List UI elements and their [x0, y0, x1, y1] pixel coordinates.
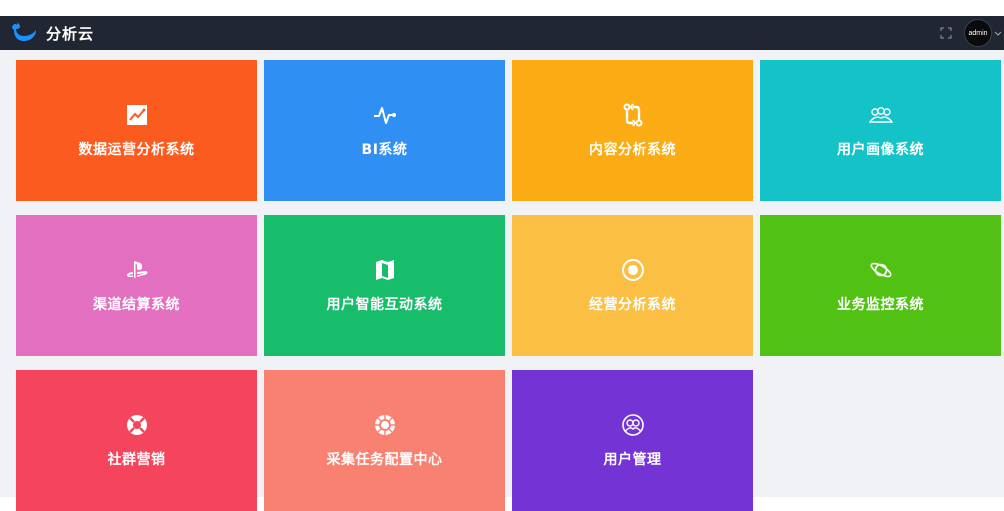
logo[interactable]: 分析云	[10, 21, 94, 45]
target-icon	[621, 258, 645, 282]
tile-content-analysis[interactable]: 内容分析系统	[512, 60, 753, 201]
tile-business-analysis[interactable]: 经营分析系统	[512, 215, 753, 356]
git-compare-icon	[621, 102, 645, 127]
tile-label: 用户管理	[603, 451, 662, 468]
users-icon	[868, 103, 893, 127]
tile-user-profile[interactable]: 用户画像系统	[760, 60, 1001, 201]
tile-user-management[interactable]: 用户管理	[512, 370, 753, 511]
tile-label: 渠道结算系统	[93, 296, 180, 313]
system-grid: 数据运营分析系统 BI系统 内容分析系统 用户画像系统 渠道结算系统 用户智能互…	[16, 60, 1001, 511]
tile-label: BI系统	[361, 141, 408, 158]
tile-label: 业务监控系统	[837, 296, 924, 313]
chevron-down-icon[interactable]	[994, 29, 1002, 37]
tile-label: 社群营销	[107, 451, 166, 468]
tile-community-marketing[interactable]: 社群营销	[16, 370, 257, 511]
user-name: admin	[968, 29, 988, 37]
tile-data-operation[interactable]: 数据运营分析系统	[16, 60, 257, 201]
tile-label: 数据运营分析系统	[78, 141, 195, 158]
playstation-icon	[125, 258, 149, 282]
tile-collection-config[interactable]: 采集任务配置中心	[264, 370, 505, 511]
top-bar: 分析云 admin	[0, 16, 1004, 50]
tile-label: 内容分析系统	[589, 141, 676, 158]
planet-icon	[869, 258, 893, 282]
tile-user-interaction[interactable]: 用户智能互动系统	[264, 215, 505, 356]
tile-label: 经营分析系统	[589, 296, 676, 313]
map-icon	[373, 258, 397, 282]
app-title: 分析云	[46, 24, 95, 43]
fullscreen-icon[interactable]	[940, 27, 952, 39]
main-content: 数据运营分析系统 BI系统 内容分析系统 用户画像系统 渠道结算系统 用户智能互…	[0, 50, 1004, 511]
tile-bi[interactable]: BI系统	[264, 60, 505, 201]
tile-channel-settlement[interactable]: 渠道结算系统	[16, 215, 257, 356]
tile-label: 用户画像系统	[837, 141, 924, 158]
tile-business-monitoring[interactable]: 业务监控系统	[760, 215, 1001, 356]
settings-wheel-icon	[373, 413, 397, 437]
lifebuoy-icon	[125, 413, 149, 437]
line-chart-icon	[125, 103, 149, 127]
tile-label: 采集任务配置中心	[326, 451, 443, 468]
pulse-icon	[373, 103, 397, 127]
user-avatar[interactable]: admin	[964, 19, 992, 47]
whale-logo-icon	[12, 22, 36, 41]
tile-label: 用户智能互动系统	[326, 296, 443, 313]
user-group-icon	[621, 413, 645, 437]
